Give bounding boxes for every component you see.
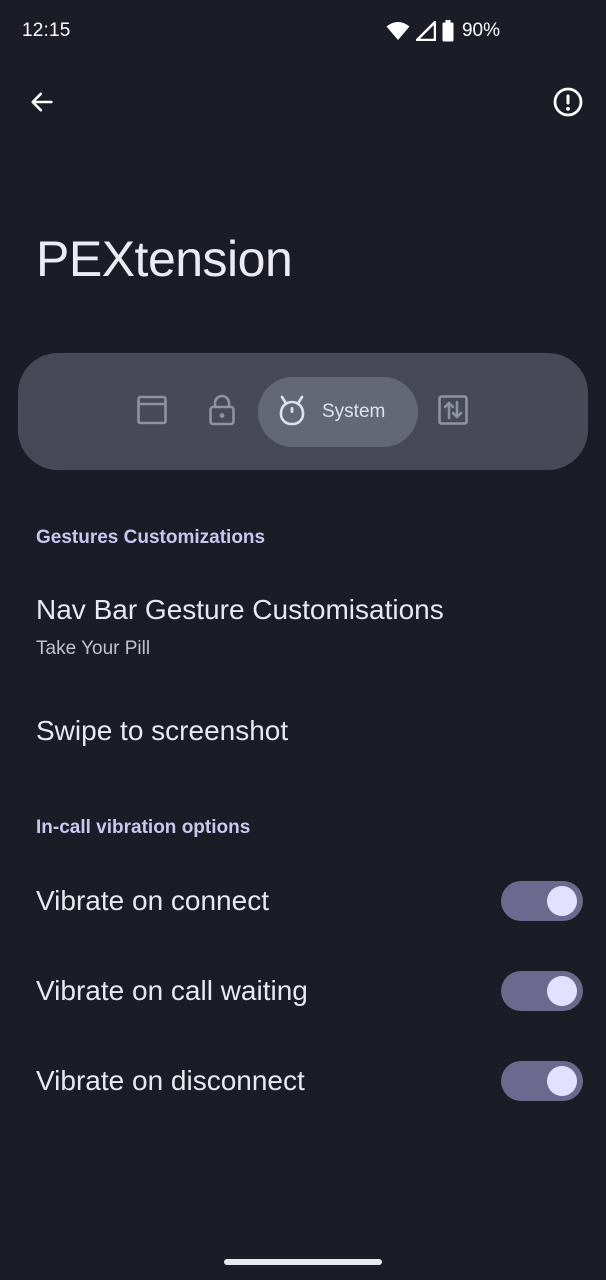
back-button[interactable]	[18, 78, 66, 130]
section-header-gestures: Gestures Customizations	[36, 527, 266, 548]
vibrate-on-connect-switch[interactable]	[501, 881, 583, 921]
status-bar: 12:15 90%	[0, 0, 606, 64]
info-icon	[552, 86, 584, 123]
battery-percentage: 90%	[461, 20, 500, 41]
tab-lockscreen[interactable]	[202, 392, 242, 432]
pref-title: Swipe to screenshot	[36, 715, 289, 746]
pref-nav-bar-gestures[interactable]: Nav Bar Gesture Customisations Take Your…	[0, 580, 606, 676]
window-icon	[136, 394, 168, 431]
page-title: PEXtension	[36, 231, 293, 287]
vibrate-on-call-waiting-switch[interactable]	[501, 971, 583, 1011]
pref-vibrate-on-connect[interactable]: Vibrate on connect	[0, 868, 606, 938]
info-button[interactable]	[544, 78, 592, 130]
wifi-icon	[386, 21, 410, 41]
pref-swipe-to-screenshot[interactable]: Swipe to screenshot	[0, 700, 606, 770]
pref-title: Vibrate on connect	[36, 885, 269, 916]
tab-system-label: System	[322, 401, 386, 422]
tab-window[interactable]	[132, 392, 172, 432]
cellular-icon	[415, 21, 436, 41]
switch-thumb	[547, 886, 577, 916]
gesture-nav-handle[interactable]	[224, 1259, 382, 1265]
arrow-back-icon	[28, 88, 56, 121]
vibrate-on-disconnect-switch[interactable]	[501, 1061, 583, 1101]
status-icons: 90%	[386, 18, 500, 44]
pref-vibrate-on-call-waiting[interactable]: Vibrate on call waiting	[0, 958, 606, 1028]
pref-title: Vibrate on call waiting	[36, 975, 308, 1006]
android-head-icon	[276, 394, 308, 431]
lock-icon	[208, 394, 236, 431]
category-tab-bar: System	[18, 353, 588, 470]
swap-vertical-icon	[437, 394, 469, 431]
pref-vibrate-on-disconnect[interactable]: Vibrate on disconnect	[0, 1048, 606, 1118]
top-app-bar	[0, 78, 606, 130]
section-header-vibration: In-call vibration options	[36, 817, 251, 838]
switch-thumb	[547, 1066, 577, 1096]
status-time: 12:15	[22, 20, 71, 41]
switch-thumb	[547, 976, 577, 1006]
pref-title: Vibrate on disconnect	[36, 1065, 305, 1096]
pref-title: Nav Bar Gesture Customisations	[36, 594, 444, 625]
pref-summary: Take Your Pill	[36, 638, 151, 659]
battery-icon	[442, 20, 454, 42]
tab-data[interactable]	[433, 392, 473, 432]
tab-system[interactable]: System	[258, 377, 418, 447]
